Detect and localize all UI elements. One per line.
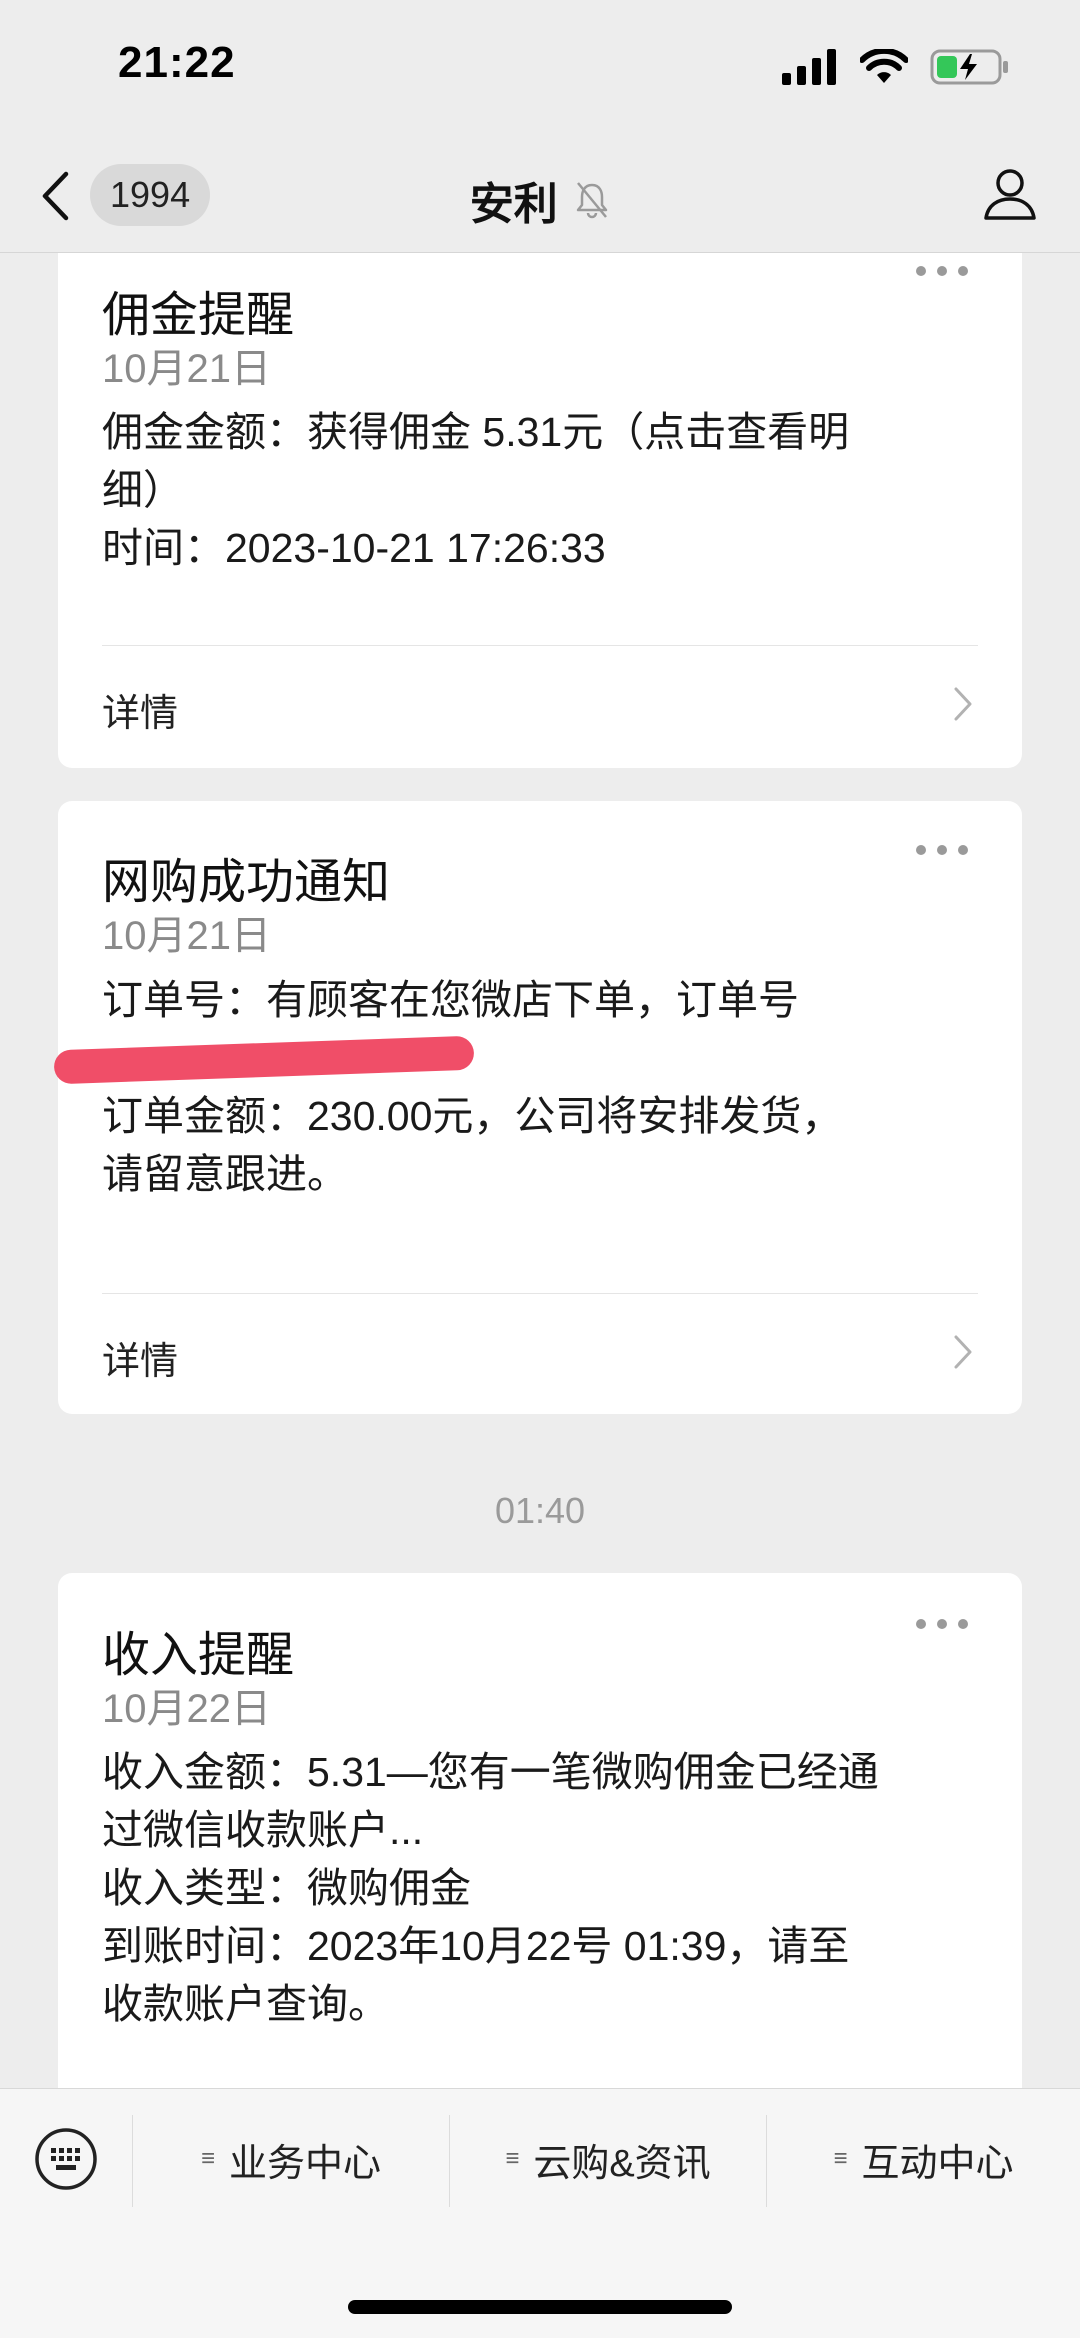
body-line: 请留意跟进。 xyxy=(102,1151,348,1197)
card-body: 收入金额：5.31—您有一笔微购佣金已经通 过微信收款账户... 收入类型：微购… xyxy=(102,1743,962,2033)
template-message-card[interactable]: 网购成功通知 10月21日 订单号：有顾客在您微店下单，订单号 订单金额：230… xyxy=(53,801,1022,1414)
status-time: 21:22 xyxy=(118,38,236,87)
bell-muted-icon xyxy=(576,182,608,219)
card-title: 佣金提醒 xyxy=(102,289,295,342)
body-line: 订单号：有顾客在您微店下单，订单号 xyxy=(102,977,799,1023)
card-date: 10月22日 xyxy=(102,1687,271,1731)
menu-list-icon: ≡ xyxy=(200,2145,215,2172)
chevron-right-icon xyxy=(954,687,972,721)
profile-button[interactable] xyxy=(978,162,1042,226)
body-line: 细） xyxy=(102,467,184,513)
menu-item-business-center[interactable]: ≡ 业务中心 xyxy=(133,2089,449,2229)
card-body: 订单号：有顾客在您微店下单，订单号 订单金额：230.00元，公司将安排发货， … xyxy=(102,971,962,1203)
more-icon[interactable] xyxy=(914,264,970,278)
menu-item-label: 业务中心 xyxy=(229,2142,382,2185)
body-line: 到账时间：2023年10月22号 01:39，请至 xyxy=(102,1923,850,1969)
wifi-icon xyxy=(860,49,908,83)
card-detail-link[interactable]: 详情 xyxy=(102,668,978,740)
keyboard-toggle-button[interactable] xyxy=(34,2127,98,2191)
menu-item-interaction-center[interactable]: ≡ 互动中心 xyxy=(767,2089,1080,2229)
keyboard-icon xyxy=(35,2128,97,2190)
detail-label: 详情 xyxy=(102,693,179,735)
chat-title: 安利 xyxy=(469,180,558,229)
body-line: 收款账户查询。 xyxy=(102,1981,389,2027)
card-date: 10月21日 xyxy=(102,914,271,958)
template-message-card[interactable]: 收入提醒 10月22日 收入金额：5.31—您有一笔微购佣金已经通 过微信收款账… xyxy=(58,1573,1022,2088)
body-line: 时间：2023-10-21 17:26:33 xyxy=(102,525,606,571)
template-message-card[interactable]: 佣金提醒 10月21日 佣金金额：获得佣金 5.31元（点击查看明 细） 时间：… xyxy=(58,253,1022,768)
body-line: 过微信收款账户... xyxy=(102,1807,424,1853)
menu-item-label: 云购&资讯 xyxy=(533,2142,711,2185)
message-feed[interactable]: 佣金提醒 10月21日 佣金金额：获得佣金 5.31元（点击查看明 细） 时间：… xyxy=(0,253,1080,2088)
body-line: 收入类型：微购佣金 xyxy=(102,1865,471,1911)
menu-item-cloud-shopping-news[interactable]: ≡ 云购&资讯 xyxy=(450,2089,766,2229)
card-detail-link[interactable]: 详情 xyxy=(102,1316,978,1388)
body-line: 佣金金额：获得佣金 5.31元（点击查看明 xyxy=(102,409,850,455)
home-indicator[interactable] xyxy=(348,2300,732,2314)
menu-list-icon: ≡ xyxy=(505,2145,520,2172)
more-icon[interactable] xyxy=(914,843,970,857)
chevron-right-icon xyxy=(954,1335,972,1369)
status-icons xyxy=(782,48,1010,86)
message-timestamp: 01:40 xyxy=(494,1490,586,1531)
card-body: 佣金金额：获得佣金 5.31元（点击查看明 细） 时间：2023-10-21 1… xyxy=(102,403,962,577)
detail-label: 详情 xyxy=(102,1341,179,1383)
battery-charging-icon xyxy=(930,49,1008,85)
chat-header: 1994 安利 xyxy=(0,140,1080,253)
divider xyxy=(102,1293,978,1294)
menu-item-label: 互动中心 xyxy=(861,2142,1014,2185)
menu-list-icon: ≡ xyxy=(833,2145,848,2172)
card-date: 10月21日 xyxy=(102,347,271,391)
status-bar: 21:22 xyxy=(0,0,1080,140)
more-icon[interactable] xyxy=(914,1617,970,1631)
body-line: 订单金额：230.00元，公司将安排发货， xyxy=(102,1093,843,1139)
profile-icon xyxy=(984,169,1036,220)
divider xyxy=(102,645,978,646)
title-group: 安利 xyxy=(0,168,1080,232)
card-title: 网购成功通知 xyxy=(102,856,391,909)
signal-icon xyxy=(782,49,836,85)
body-line: 收入金额：5.31—您有一笔微购佣金已经通 xyxy=(102,1749,879,1795)
card-title: 收入提醒 xyxy=(102,1629,295,1682)
